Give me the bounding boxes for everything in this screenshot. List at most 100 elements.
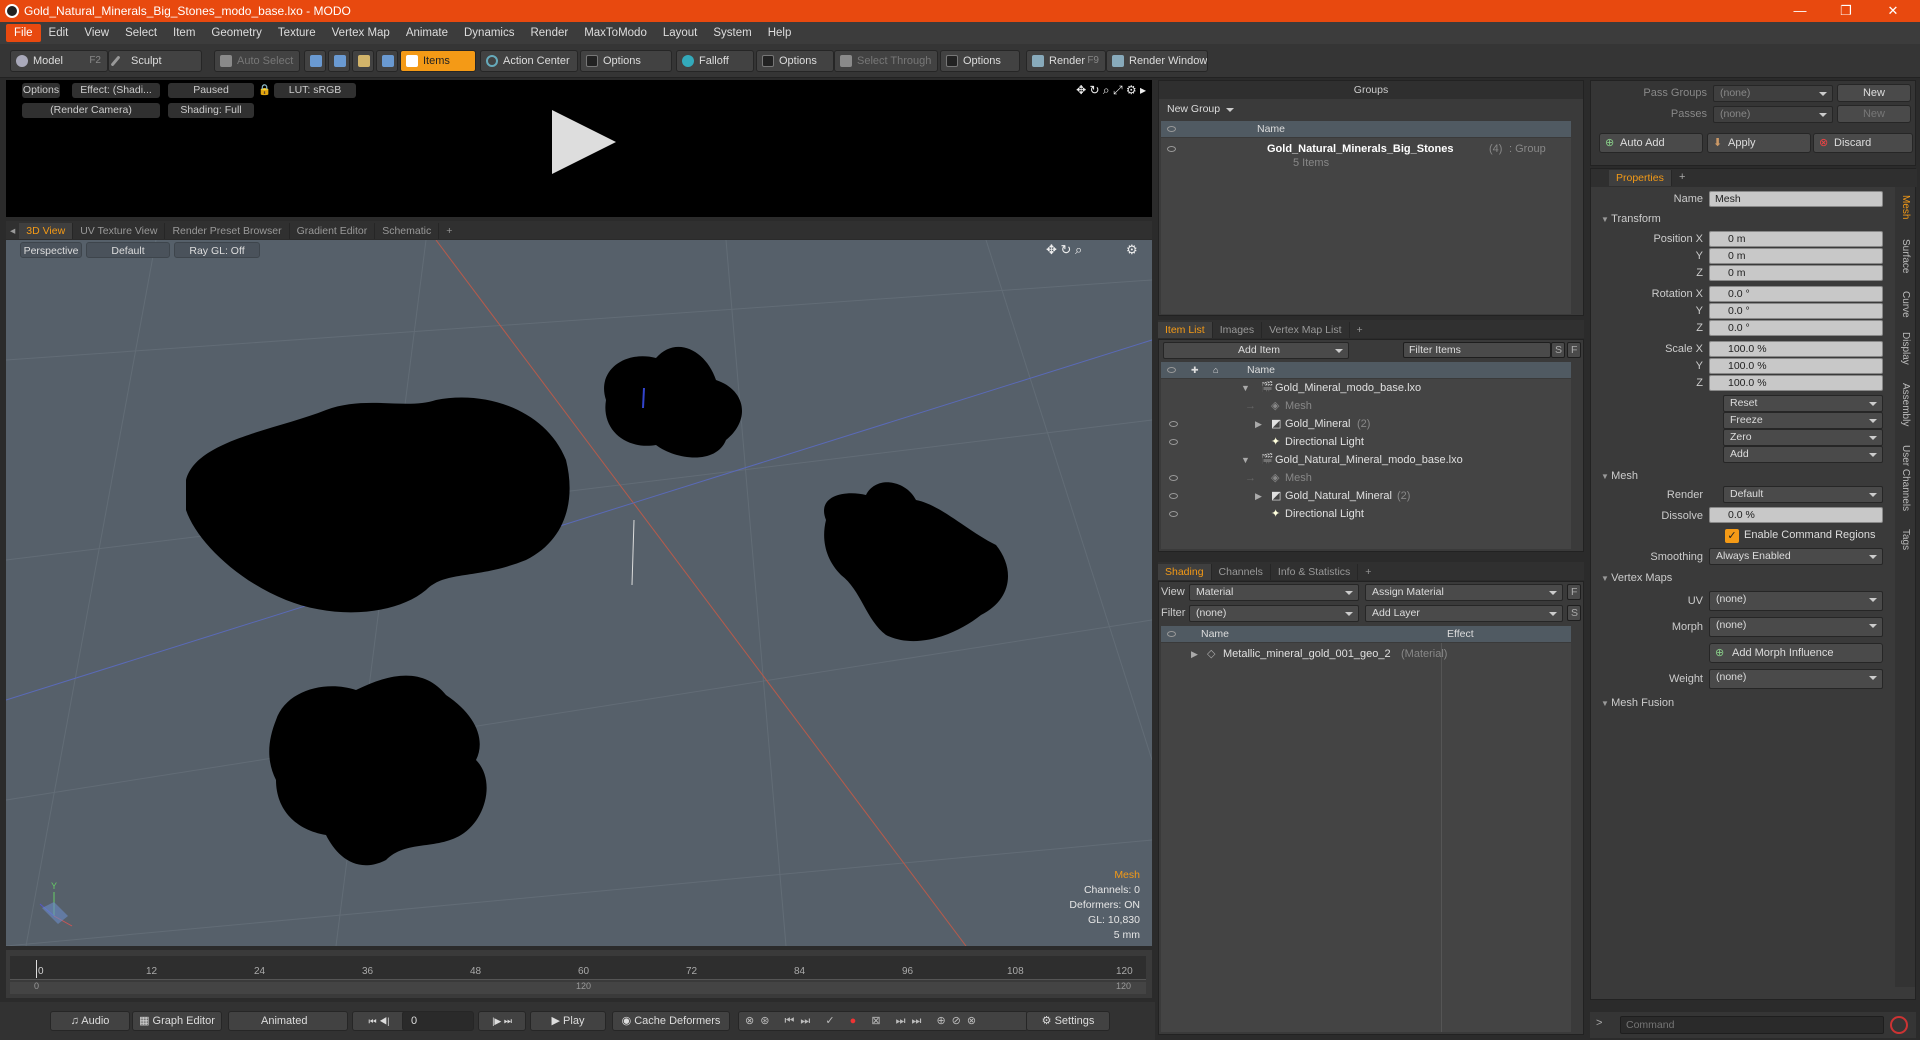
shading-dropdown[interactable]: Shading: Full — [168, 103, 254, 118]
items-mode-button[interactable]: Items — [400, 50, 476, 72]
playhead-marker[interactable] — [36, 960, 37, 978]
morph-dropdown[interactable]: (none) — [1709, 617, 1883, 637]
menu-texture[interactable]: Texture — [270, 24, 324, 42]
step-forward-buttons[interactable]: |▶ ⏭ — [478, 1011, 526, 1031]
side-tab-display[interactable]: Display — [1897, 332, 1911, 365]
add-tab-button[interactable]: + — [439, 223, 459, 239]
side-tab-surface[interactable]: Surface — [1897, 239, 1911, 273]
tree-item-mesh[interactable]: → ◈ Mesh — [1161, 397, 1561, 415]
assign-material-dropdown[interactable]: Assign Material — [1365, 584, 1563, 601]
paused-toggle[interactable]: Paused — [168, 83, 254, 98]
vertices-mode-button[interactable] — [304, 50, 326, 72]
timeline-ruler[interactable]: 0 12 24 36 48 60 72 84 96 108 120 — [10, 956, 1146, 980]
render-dropdown[interactable]: Default — [1723, 486, 1883, 503]
name-input[interactable]: Mesh — [1709, 191, 1883, 207]
rotation-y-input[interactable]: 0.0 ° — [1709, 303, 1883, 319]
gold-stone-mesh-4[interactable] — [269, 675, 487, 866]
lut-dropdown[interactable]: LUT: sRGB — [274, 83, 356, 98]
enable-command-regions-checkbox[interactable]: ✓ — [1725, 529, 1739, 543]
add-morph-influence-button[interactable]: ⊕ Add Morph Influence — [1709, 643, 1883, 663]
polygons-mode-button[interactable] — [352, 50, 374, 72]
visibility-icon[interactable] — [1169, 487, 1178, 505]
scale-z-input[interactable]: 100.0 % — [1709, 375, 1883, 391]
menu-item[interactable]: Item — [165, 24, 203, 42]
step-back-buttons[interactable]: ⏮ ◀| — [352, 1011, 406, 1031]
model-button[interactable]: Model F2 — [10, 50, 108, 72]
expand-icon[interactable]: ▶ — [1255, 487, 1262, 505]
menu-render[interactable]: Render — [522, 24, 576, 42]
filter-s-button[interactable]: S — [1551, 342, 1565, 358]
side-tab-mesh[interactable]: Mesh — [1897, 195, 1911, 219]
filter-f-button[interactable]: F — [1567, 342, 1581, 358]
lock-icon[interactable]: 🔒 — [258, 83, 271, 98]
tab-vertex-map-list[interactable]: Vertex Map List — [1262, 322, 1350, 338]
side-tab-user-channels[interactable]: User Channels — [1897, 445, 1911, 511]
select-through-options-button[interactable]: Options — [940, 50, 1020, 72]
visibility-icon[interactable] — [1169, 415, 1178, 433]
expand-icon[interactable]: ▶ — [1191, 645, 1198, 663]
position-z-input[interactable]: 0 m — [1709, 265, 1883, 281]
add-dropdown[interactable]: Add — [1723, 446, 1883, 463]
visibility-icon[interactable] — [1169, 433, 1178, 451]
timeline-range-bar[interactable]: 0 120 120 — [10, 981, 1146, 994]
menu-maxtomodo[interactable]: MaxToModo — [576, 24, 655, 42]
menu-file[interactable]: File — [6, 24, 41, 42]
vertex-maps-section[interactable]: Vertex Maps — [1601, 570, 1672, 587]
settings-button[interactable]: ⚙ Settings — [1026, 1011, 1110, 1031]
new-group-button[interactable]: New Group — [1161, 102, 1239, 119]
tab-schematic[interactable]: Schematic — [375, 223, 440, 239]
action-center-button[interactable]: Action Center — [480, 50, 578, 72]
materials-mode-button[interactable] — [376, 50, 398, 72]
menu-layout[interactable]: Layout — [655, 24, 706, 42]
action-center-options-button[interactable]: Options — [580, 50, 672, 72]
menu-animate[interactable]: Animate — [398, 24, 456, 42]
tab-render-preset-browser[interactable]: Render Preset Browser — [165, 223, 290, 239]
tab-uv-texture-view[interactable]: UV Texture View — [73, 223, 166, 239]
visibility-icon[interactable] — [1167, 140, 1176, 158]
shading-default-dropdown[interactable]: Default — [86, 242, 170, 258]
cache-deformers-button[interactable]: ◉ Cache Deformers — [612, 1011, 730, 1031]
play-button[interactable]: ▶ Play — [530, 1011, 606, 1031]
side-tab-assembly[interactable]: Assembly — [1897, 383, 1911, 426]
tab-channels[interactable]: Channels — [1212, 564, 1271, 580]
mesh-fusion-section[interactable]: Mesh Fusion — [1601, 695, 1674, 712]
uv-dropdown[interactable]: (none) — [1709, 591, 1883, 611]
gold-stone-mesh-2[interactable] — [604, 346, 743, 458]
tab-item-list[interactable]: Item List — [1158, 322, 1213, 338]
tree-item-gold-natural-mineral[interactable]: ▶ ◩ Gold_Natural_Mineral (2) — [1161, 487, 1561, 505]
add-tab-button[interactable]: + — [1350, 322, 1370, 338]
transform-section[interactable]: Transform — [1601, 211, 1661, 228]
apply-button[interactable]: ⬇ Apply — [1707, 133, 1811, 153]
menu-help[interactable]: Help — [760, 24, 800, 42]
auto-select-button[interactable]: Auto Select — [214, 50, 300, 72]
menu-system[interactable]: System — [705, 24, 759, 42]
play-icon[interactable] — [552, 110, 616, 174]
add-tab-button[interactable]: + — [1358, 564, 1378, 580]
shading-f-button[interactable]: F — [1567, 584, 1581, 600]
preview-options-button[interactable]: Options — [22, 83, 60, 98]
freeze-dropdown[interactable]: Freeze — [1723, 412, 1883, 429]
visibility-icon[interactable] — [1169, 469, 1178, 487]
visibility-icon[interactable] — [1169, 505, 1178, 523]
gold-stone-mesh-1[interactable] — [186, 397, 570, 613]
raygl-dropdown[interactable]: Ray GL: Off — [174, 242, 260, 258]
command-input[interactable] — [1620, 1016, 1884, 1034]
camera-dropdown[interactable]: (Render Camera) — [22, 103, 160, 118]
tab-images[interactable]: Images — [1213, 322, 1263, 338]
gold-stone-mesh-3[interactable] — [824, 482, 1008, 642]
graph-editor-button[interactable]: ▦ Graph Editor — [132, 1011, 222, 1031]
new-pass-group-button[interactable]: New — [1837, 84, 1911, 102]
weight-dropdown[interactable]: (none) — [1709, 669, 1883, 689]
maximize-button[interactable]: ❐ — [1823, 0, 1869, 22]
menu-view[interactable]: View — [76, 24, 117, 42]
reset-dropdown[interactable]: Reset — [1723, 395, 1883, 412]
smoothing-dropdown[interactable]: Always Enabled — [1709, 548, 1883, 565]
side-tab-tags[interactable]: Tags — [1897, 529, 1911, 550]
tab-gradient-editor[interactable]: Gradient Editor — [290, 223, 376, 239]
render-window-button[interactable]: Render Window — [1106, 50, 1208, 72]
falloff-button[interactable]: Falloff — [676, 50, 754, 72]
select-through-button[interactable]: Select Through — [834, 50, 938, 72]
menu-geometry[interactable]: Geometry — [203, 24, 270, 42]
preview-nav-icons[interactable]: ✥ ↻ ⌕ ⤢ ⚙ ▸ — [1036, 83, 1146, 98]
render-button[interactable]: Render F9 — [1026, 50, 1106, 72]
